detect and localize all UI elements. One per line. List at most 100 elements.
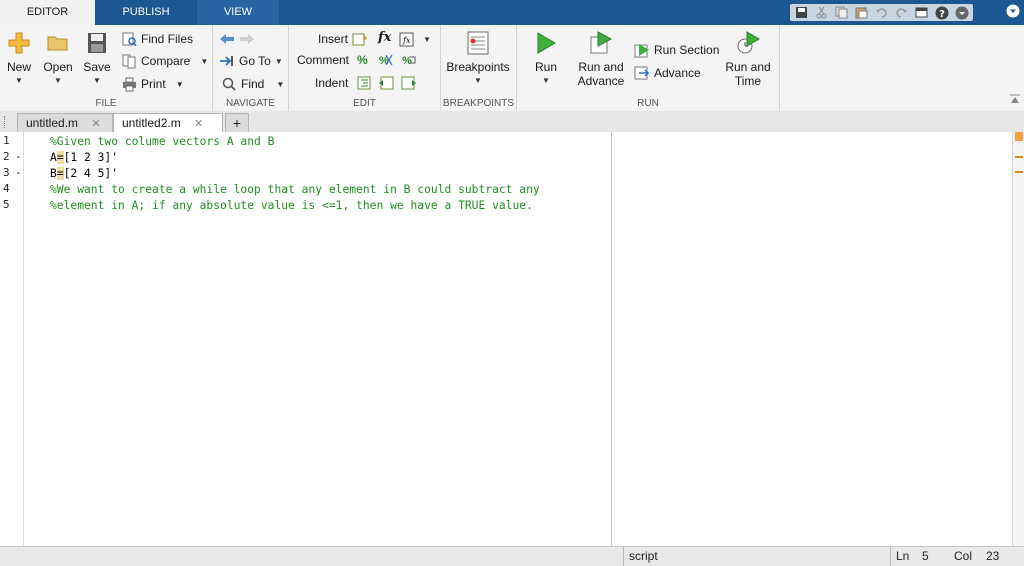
insert-label: Insert <box>318 32 349 46</box>
forward-arrow-icon[interactable] <box>239 31 255 47</box>
print-label: Print <box>141 77 166 91</box>
code-comment-line[interactable]: %element in A; if any absolute value is … <box>50 199 533 212</box>
chevron-down-icon: ▼ <box>54 76 62 85</box>
go-to-icon <box>219 53 235 69</box>
tab-editor[interactable]: EDITOR <box>0 0 95 25</box>
advance-label: Advance <box>654 66 701 80</box>
save-label: Save <box>83 60 111 74</box>
add-tab-button[interactable]: + <box>225 113 249 132</box>
code-comment-line[interactable]: %Given two colume vectors A and B <box>50 135 274 148</box>
tab-publish[interactable]: PUBLISH <box>97 0 195 25</box>
code-editor[interactable]: 1 %Given two colume vectors A and B 2- A=[1… <box>0 132 1012 546</box>
edit-group-label: EDIT <box>353 98 376 109</box>
line-number: 1 <box>3 134 10 147</box>
print-button[interactable]: Print ▼ <box>121 76 184 92</box>
code-text: A <box>50 151 57 164</box>
comment-button[interactable]: Comment <box>297 53 349 67</box>
search-docs-icon[interactable] <box>953 4 970 21</box>
code-text: B <box>50 167 57 180</box>
code-line[interactable]: B=[2 4 5]' <box>50 167 118 180</box>
tab-view[interactable]: VIEW <box>197 0 279 25</box>
run-section-icon <box>634 42 650 58</box>
chevron-down-icon: ▼ <box>276 79 285 89</box>
advance-button[interactable]: Advance <box>634 65 701 81</box>
window-layout-icon[interactable] <box>913 4 930 21</box>
find-button[interactable]: Find ▼ <box>221 76 284 92</box>
run-group-label: RUN <box>637 98 659 109</box>
find-label: Find <box>241 77 265 91</box>
undo-icon[interactable] <box>873 4 890 21</box>
increase-indent-icon[interactable] <box>378 76 394 91</box>
go-to-button[interactable]: Go To ▼ <box>219 53 283 69</box>
percent-icon[interactable]: % <box>357 53 368 67</box>
code-line[interactable]: A=[1 2 3]' <box>50 151 118 164</box>
redo-icon[interactable] <box>893 4 910 21</box>
compare-button[interactable]: Compare ▼ <box>121 53 208 69</box>
run-and-advance-label-1: Run and <box>578 60 624 74</box>
save-icon[interactable] <box>793 4 810 21</box>
chevron-down-icon: ▼ <box>542 76 550 85</box>
floppy-icon <box>84 30 110 56</box>
decrease-indent-icon[interactable] <box>401 76 417 91</box>
close-icon[interactable]: ✕ <box>91 118 100 130</box>
run-and-advance-button[interactable]: Run and Advance <box>576 30 626 88</box>
file-group-label: FILE <box>95 98 117 109</box>
comment-label: Comment <box>297 53 350 67</box>
executable-line-marker[interactable]: - <box>15 150 22 163</box>
wrap-comments-icon[interactable]: % <box>401 53 417 67</box>
copy-icon[interactable] <box>833 4 850 21</box>
cut-icon[interactable] <box>813 4 830 21</box>
code-comment-line[interactable]: %We want to create a while loop that any… <box>50 183 540 196</box>
run-and-time-button[interactable]: Run and Time <box>722 30 774 88</box>
open-button[interactable]: Open ▼ <box>42 30 74 88</box>
line-number: 5 <box>3 198 10 211</box>
tabs-grip <box>4 116 7 128</box>
help-icon[interactable]: ? <box>933 4 950 21</box>
file-tab-untitled2[interactable]: untitled2.m ✕ <box>113 113 223 133</box>
collapse-toolstrip-icon[interactable] <box>1009 93 1021 108</box>
run-button[interactable]: Run ▼ <box>529 30 563 88</box>
quick-access-toolbar: ? <box>790 4 973 21</box>
right-text-limit-line <box>611 132 612 546</box>
status-bar: script Ln 5 Col 23 <box>0 546 1024 566</box>
executable-line-marker[interactable]: - <box>15 166 22 179</box>
new-button[interactable]: New ▼ <box>4 30 34 88</box>
find-files-button[interactable]: Find Files <box>121 31 193 47</box>
open-label: Open <box>43 60 73 74</box>
indent-button[interactable]: Indent <box>315 76 348 90</box>
smart-indent-icon[interactable] <box>357 76 372 91</box>
insert-button[interactable]: Insert <box>318 31 368 47</box>
file-tab-label: untitled2.m <box>122 116 181 130</box>
close-icon[interactable]: ✕ <box>194 118 203 130</box>
back-arrow-icon[interactable] <box>219 31 235 47</box>
warning-marker[interactable] <box>1015 156 1023 158</box>
code-text: %element in A; if any absolute value is … <box>50 199 533 212</box>
save-button[interactable]: Save ▼ <box>82 30 112 88</box>
folder-icon <box>45 30 71 56</box>
insert-function-button[interactable]: fx ▼ <box>399 31 431 47</box>
warning-marker[interactable] <box>1015 171 1023 173</box>
warning-indicator <box>1015 132 1023 141</box>
new-label: New <box>6 60 31 74</box>
play-icon <box>533 30 559 56</box>
vertical-scrollbar[interactable] <box>1012 132 1024 546</box>
run-group: Run ▼ Run and Advance Run Section Advanc… <box>517 25 780 111</box>
breakpoints-label: Breakpoints <box>446 60 510 74</box>
function-icon: fx <box>399 31 415 47</box>
navigate-group: Go To ▼ Find ▼ NAVIGATE <box>213 25 289 111</box>
paste-icon[interactable] <box>853 4 870 21</box>
run-section-button[interactable]: Run Section <box>634 42 719 58</box>
compare-label: Compare <box>141 54 191 68</box>
uncomment-icon[interactable]: % <box>378 53 394 67</box>
new-plus-icon <box>6 30 32 56</box>
file-tab-label: untitled.m <box>26 116 79 130</box>
line-number: 2 <box>3 150 10 163</box>
file-tab-untitled[interactable]: untitled.m ✕ <box>17 113 113 132</box>
fx-button[interactable]: fx <box>378 30 391 45</box>
go-to-label: Go To <box>239 54 271 68</box>
svg-text:fx: fx <box>402 36 411 45</box>
printer-icon <box>121 76 137 92</box>
minimize-toolstrip-icon[interactable] <box>1006 4 1020 21</box>
breakpoints-button[interactable]: Breakpoints ▼ <box>445 30 511 88</box>
warning-highlight: = <box>56 167 64 180</box>
